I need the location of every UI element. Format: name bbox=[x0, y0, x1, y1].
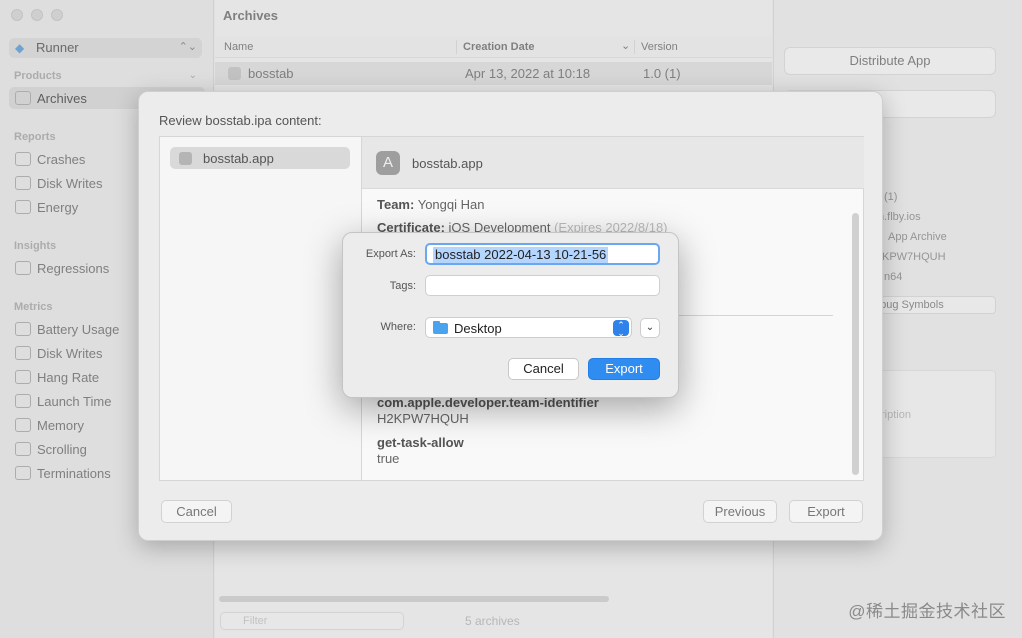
app-store-icon bbox=[179, 152, 192, 165]
export-save-dialog: Export As: bosstab 2022-04-13 10-21-56 T… bbox=[342, 232, 679, 398]
file-list: bosstab.app bbox=[159, 136, 361, 481]
chevron-down-icon: ⌄ bbox=[645, 322, 655, 333]
watermark: @稀土掘金技术社区 bbox=[848, 602, 1006, 621]
app-store-icon: A bbox=[376, 151, 400, 175]
export-as-label: Export As: bbox=[365, 248, 416, 260]
team-line: Team: Yongqi Han bbox=[377, 197, 484, 212]
where-popup[interactable]: Desktop ⌃ ⌄ bbox=[425, 317, 632, 338]
file-name: bosstab.app bbox=[203, 151, 274, 166]
where-label: Where: bbox=[380, 321, 416, 333]
detail-title: bosstab.app bbox=[412, 156, 483, 171]
sheet-cancel-button[interactable]: Cancel bbox=[161, 500, 232, 523]
dialog-export-button[interactable]: Export bbox=[588, 358, 660, 380]
where-value: Desktop bbox=[454, 321, 502, 336]
tags-label: Tags: bbox=[389, 280, 416, 292]
entitlement-key: get-task-allow bbox=[377, 435, 464, 450]
team-value: Yongqi Han bbox=[417, 197, 485, 212]
folder-icon bbox=[433, 321, 448, 334]
expand-dialog-button[interactable]: ⌄ bbox=[640, 318, 660, 338]
sheet-heading: Review bosstab.ipa content: bbox=[159, 113, 322, 128]
sheet-export-button[interactable]: Export bbox=[789, 500, 863, 523]
chevron-updown-icon: ⌃⌄ bbox=[613, 320, 629, 338]
team-key: Team: bbox=[377, 197, 415, 212]
vertical-scrollbar[interactable] bbox=[852, 213, 859, 475]
export-as-value: bosstab 2022-04-13 10-21-56 bbox=[433, 247, 609, 263]
xcode-organizer-window: ◆ Runner ⌃⌄ Products ⌄ Archives Reports … bbox=[0, 0, 1022, 638]
dialog-cancel-button[interactable]: Cancel bbox=[508, 358, 579, 380]
detail-header: A bosstab.app bbox=[362, 137, 864, 189]
file-list-item[interactable]: bosstab.app bbox=[170, 147, 350, 169]
entitlement-value: true bbox=[377, 451, 400, 466]
entitlement-value: H2KPW7HQUH bbox=[377, 411, 469, 426]
tags-input[interactable] bbox=[425, 275, 660, 296]
export-as-input[interactable]: bosstab 2022-04-13 10-21-56 bbox=[425, 243, 660, 265]
sheet-previous-button[interactable]: Previous bbox=[703, 500, 777, 523]
